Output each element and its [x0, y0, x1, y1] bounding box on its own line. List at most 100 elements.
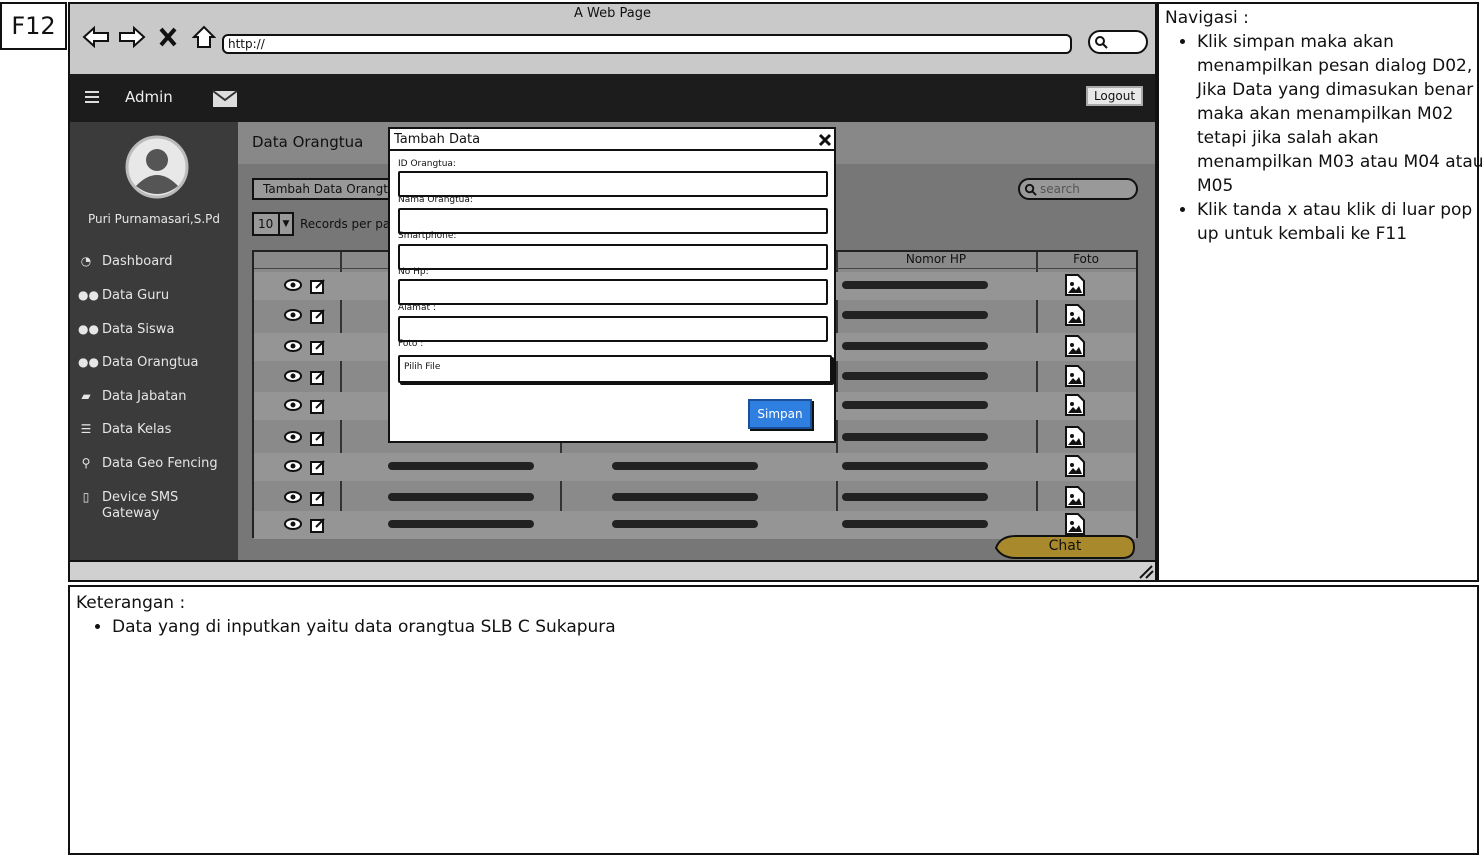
field-label-foto: Foto :	[398, 339, 424, 349]
view-icon[interactable]	[284, 308, 302, 322]
redacted-text	[612, 520, 758, 528]
file-picker-button[interactable]: Pilih File	[398, 355, 832, 383]
image-icon	[1065, 513, 1085, 535]
chevron-down-icon: ▼	[278, 214, 292, 234]
browser-search-field[interactable]	[1088, 30, 1148, 54]
dialog-header: Tambah Data	[390, 129, 834, 151]
field-label-smartphone: Smartphone:	[398, 231, 457, 241]
dialog-title: Tambah Data	[394, 132, 481, 147]
edit-icon[interactable]	[310, 490, 326, 506]
keterangan-panel: Keterangan : Data yang di inputkan yaitu…	[68, 585, 1479, 855]
redacted-text	[842, 493, 988, 501]
resize-handle-icon[interactable]	[1136, 565, 1154, 579]
redacted-text	[612, 493, 758, 501]
frame-id: F12	[0, 2, 67, 50]
sidebar-item-dashboard[interactable]: ◔ Dashboard	[78, 254, 173, 269]
edit-icon[interactable]	[310, 308, 326, 324]
redacted-text	[612, 462, 758, 470]
hamburger-icon[interactable]	[84, 90, 100, 104]
sidebar-item-data-guru[interactable]: ●● Data Guru	[78, 288, 169, 303]
no-hp-input[interactable]	[398, 279, 828, 305]
avatar-icon	[125, 135, 189, 199]
sidebar-item-data-jabatan[interactable]: ▰ Data Jabatan	[78, 389, 186, 404]
users-icon: ●●	[78, 288, 99, 302]
browser-nav-buttons	[82, 24, 218, 54]
field-label-nohp: No Hp:	[398, 267, 429, 277]
nama-orangtua-input[interactable]	[398, 208, 828, 234]
sidebar: Puri Purnamasari,S.Pd ◔ Dashboard ●● Data …	[70, 122, 238, 560]
image-icon	[1065, 455, 1085, 477]
add-data-button[interactable]: Tambah Data Orangtua	[252, 178, 402, 200]
simpan-button[interactable]: Simpan	[748, 399, 812, 429]
dashboard-icon: ◔	[80, 254, 92, 268]
sidebar-item-data-orangtua[interactable]: ●● Data Orangtua	[78, 355, 199, 370]
edit-icon[interactable]	[310, 517, 326, 533]
view-icon[interactable]	[284, 517, 302, 531]
close-icon[interactable]	[818, 133, 832, 147]
sidebar-item-data-siswa[interactable]: ●● Data Siswa	[78, 322, 174, 337]
image-icon	[1065, 304, 1085, 326]
search-input[interactable]: search	[1018, 178, 1138, 200]
edit-icon[interactable]	[310, 339, 326, 355]
redacted-text	[842, 520, 988, 528]
app-title: Admin	[125, 88, 173, 106]
redacted-text	[842, 342, 988, 350]
home-icon[interactable]	[190, 25, 218, 53]
sidebar-item-device-sms[interactable]: ▯ Device SMS Gateway	[78, 490, 198, 522]
redacted-text	[842, 372, 988, 380]
view-icon[interactable]	[284, 369, 302, 383]
id-orangtua-input[interactable]	[398, 171, 828, 197]
back-icon[interactable]	[82, 25, 110, 53]
redacted-text	[842, 433, 988, 441]
notes-title: Navigasi :	[1165, 8, 1249, 28]
records-select[interactable]: 10 ▼	[252, 212, 294, 236]
sidebar-item-data-geo-fencing[interactable]: ⚲ Data Geo Fencing	[78, 456, 218, 471]
image-icon	[1065, 486, 1085, 508]
edit-icon[interactable]	[310, 369, 326, 385]
view-icon[interactable]	[284, 278, 302, 292]
users-icon: ●●	[78, 355, 99, 369]
view-icon[interactable]	[284, 398, 302, 412]
redacted-text	[388, 520, 534, 528]
logout-button[interactable]: Logout	[1086, 86, 1143, 106]
search-icon	[1095, 36, 1108, 49]
image-icon	[1065, 274, 1085, 296]
edit-icon[interactable]	[310, 278, 326, 294]
alamat-input[interactable]	[398, 316, 828, 342]
view-icon[interactable]	[284, 459, 302, 473]
image-icon	[1065, 335, 1085, 357]
notes-item: Klik tanda x atau klik di luar pop up un…	[1197, 198, 1482, 246]
field-label-id: ID Orangtua:	[398, 159, 456, 169]
image-icon	[1065, 426, 1085, 448]
smartphone-input[interactable]	[398, 244, 828, 270]
column-header-foto: Foto	[1073, 252, 1099, 266]
image-icon	[1065, 365, 1085, 387]
mail-icon[interactable]	[212, 90, 238, 108]
view-icon[interactable]	[284, 490, 302, 504]
add-data-dialog: Tambah Data ID Orangtua: Nama Orangtua: …	[388, 127, 836, 443]
navigation-notes: Navigasi : Klik simpan maka akan menampi…	[1157, 2, 1482, 582]
redacted-text	[842, 281, 988, 289]
stop-icon[interactable]	[154, 26, 182, 52]
redacted-text	[842, 462, 988, 470]
chat-button[interactable]: Chat	[994, 534, 1136, 560]
forward-icon[interactable]	[118, 25, 146, 53]
list-icon: ☰	[80, 422, 92, 436]
url-bar[interactable]: http://	[222, 34, 1072, 54]
edit-icon[interactable]	[310, 430, 326, 446]
field-label-alamat: Alamat :	[398, 303, 436, 313]
edit-icon[interactable]	[310, 459, 326, 475]
field-label-nama: Nama Orangtua:	[398, 195, 473, 205]
view-icon[interactable]	[284, 430, 302, 444]
notes-item: Klik simpan maka akan menampilkan pesan …	[1197, 30, 1482, 198]
app-topbar: Admin Logout	[70, 74, 1155, 122]
search-icon	[1024, 183, 1037, 196]
sidebar-item-data-kelas[interactable]: ☰ Data Kelas	[78, 422, 172, 437]
redacted-text	[388, 462, 534, 470]
redacted-text	[388, 493, 534, 501]
edit-icon[interactable]	[310, 398, 326, 414]
image-icon	[1065, 394, 1085, 416]
view-icon[interactable]	[284, 339, 302, 353]
browser-title: A Web Page	[574, 6, 651, 21]
table-row	[254, 484, 1136, 512]
